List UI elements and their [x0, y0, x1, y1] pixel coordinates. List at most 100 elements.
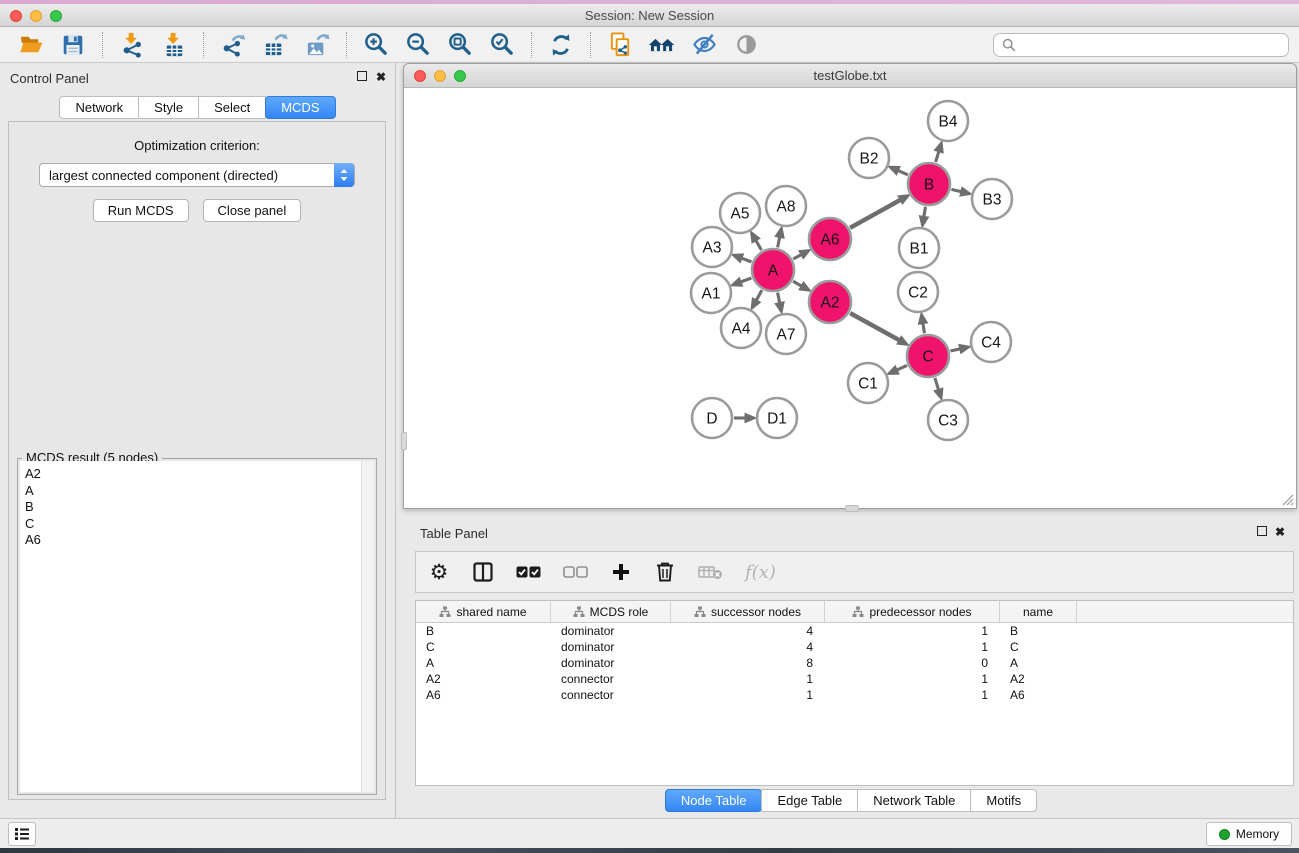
cell-name[interactable]: A2 [1000, 671, 1077, 687]
zoom-fit-icon[interactable] [443, 30, 477, 60]
search-field[interactable] [993, 33, 1289, 57]
result-item[interactable]: A [20, 483, 374, 500]
task-history-button[interactable] [8, 822, 36, 846]
refresh-layout-icon[interactable] [544, 30, 578, 60]
table-row[interactable]: A2 connector 1 1 A2 [416, 671, 1293, 687]
select-all-icon[interactable] [516, 566, 541, 578]
graph-edge-A-A8[interactable] [778, 237, 780, 247]
table-row[interactable]: A dominator 8 0 A [416, 655, 1293, 671]
tab-network-table[interactable]: Network Table [857, 789, 971, 812]
cell-predecessors[interactable]: 1 [825, 639, 1000, 655]
graph-edge-C-C1[interactable] [897, 365, 907, 369]
cell-shared-name[interactable]: B [416, 623, 551, 639]
graph-edge-A2-C[interactable] [850, 313, 899, 340]
zoom-out-icon[interactable] [401, 30, 435, 60]
close-panel-icon[interactable]: ✖ [376, 71, 386, 83]
zoom-selected-icon[interactable] [485, 30, 519, 60]
run-mcds-button[interactable]: Run MCDS [93, 199, 189, 222]
delete-rows-icon[interactable] [654, 561, 676, 583]
cell-mcds-role[interactable]: connector [551, 671, 671, 687]
result-item[interactable]: C [20, 516, 374, 533]
column-header-shared-name[interactable]: shared name [416, 601, 551, 622]
cell-name[interactable]: B [1000, 623, 1077, 639]
cell-predecessors[interactable]: 1 [825, 687, 1000, 703]
cell-mcds-role[interactable]: dominator [551, 655, 671, 671]
zoom-in-icon[interactable] [359, 30, 393, 60]
home-icon[interactable] [645, 30, 679, 60]
table-row[interactable]: A6 connector 1 1 A6 [416, 687, 1293, 703]
graph-edge-B-B3[interactable] [951, 189, 960, 191]
cell-successors[interactable]: 1 [671, 687, 825, 703]
graph-edge-A-A5[interactable] [756, 241, 761, 250]
float-panel-icon[interactable] [357, 71, 367, 83]
memory-button[interactable]: Memory [1206, 822, 1292, 846]
graph-edge-A-A3[interactable] [742, 258, 752, 262]
cell-shared-name[interactable]: A6 [416, 687, 551, 703]
tab-motifs[interactable]: Motifs [970, 789, 1037, 812]
hide-panel-icon[interactable] [687, 30, 721, 60]
show-panel-icon[interactable] [729, 30, 763, 60]
network-window-titlebar[interactable]: testGlobe.txt [404, 64, 1296, 88]
graph-edge-C-C3[interactable] [935, 378, 939, 390]
cell-shared-name[interactable]: C [416, 639, 551, 655]
add-row-icon[interactable] [610, 562, 632, 582]
import-network-icon[interactable] [115, 30, 149, 60]
export-table-icon[interactable] [258, 30, 292, 60]
cell-shared-name[interactable]: A [416, 655, 551, 671]
result-item[interactable]: A2 [20, 461, 374, 483]
search-input[interactable] [1022, 37, 1280, 52]
graph-edge-A6-B[interactable] [850, 200, 900, 228]
splitter-grip-left[interactable] [401, 432, 407, 450]
cell-successors[interactable]: 8 [671, 655, 825, 671]
graph-edge-A-A6[interactable] [793, 255, 801, 259]
graph-edge-A-A1[interactable] [741, 278, 751, 282]
table-row[interactable]: C dominator 4 1 C [416, 639, 1293, 655]
tab-network[interactable]: Network [59, 96, 139, 119]
graph-edge-B-B4[interactable] [936, 152, 939, 162]
table-close-icon[interactable]: ✖ [1275, 526, 1285, 538]
cell-mcds-role[interactable]: dominator [551, 623, 671, 639]
column-header-mcds-role[interactable]: MCDS role [551, 601, 671, 622]
splitter-grip-bottom[interactable] [845, 505, 859, 512]
table-float-icon[interactable] [1257, 526, 1267, 538]
mcds-result-list[interactable]: A2 A B C A6 [20, 461, 374, 792]
cell-mcds-role[interactable]: connector [551, 687, 671, 703]
import-table-icon[interactable] [157, 30, 191, 60]
table-row[interactable]: B dominator 4 1 B [416, 623, 1293, 639]
graph-edge-A-A7[interactable] [778, 293, 780, 303]
tab-node-table[interactable]: Node Table [665, 789, 763, 812]
cell-shared-name[interactable]: A2 [416, 671, 551, 687]
cell-name[interactable]: C [1000, 639, 1077, 655]
cell-predecessors[interactable]: 1 [825, 623, 1000, 639]
tab-select[interactable]: Select [198, 96, 266, 119]
cell-mcds-role[interactable]: dominator [551, 639, 671, 655]
cell-predecessors[interactable]: 1 [825, 671, 1000, 687]
tab-edge-table[interactable]: Edge Table [761, 789, 858, 812]
result-scrollbar[interactable] [361, 461, 374, 792]
cell-successors[interactable]: 4 [671, 639, 825, 655]
tab-mcds[interactable]: MCDS [265, 96, 335, 119]
column-header-predecessor-nodes[interactable]: predecessor nodes [825, 601, 1000, 622]
network-canvas[interactable]: B4B2BB3A8A5A6A3B1AC2A1A2A4A7C4CC1DD1C3 [405, 89, 1295, 508]
open-session-icon[interactable] [14, 30, 48, 60]
column-header-name[interactable]: name [1000, 601, 1077, 622]
save-session-icon[interactable] [56, 30, 90, 60]
result-item[interactable]: A6 [20, 532, 374, 549]
table-settings-icon[interactable]: ⚙ [428, 562, 450, 583]
graph-edge-B-B1[interactable] [924, 207, 926, 217]
graph-edge-A-A2[interactable] [793, 281, 801, 286]
tab-style[interactable]: Style [138, 96, 199, 119]
graph-edge-A-A4[interactable] [756, 290, 761, 300]
export-network-icon[interactable] [216, 30, 250, 60]
clone-network-icon[interactable] [603, 30, 637, 60]
deselect-all-icon[interactable] [563, 566, 588, 578]
resize-grip-icon[interactable] [1281, 493, 1294, 506]
export-image-icon[interactable] [300, 30, 334, 60]
cell-predecessors[interactable]: 0 [825, 655, 1000, 671]
graph-edge-C-C4[interactable] [950, 349, 959, 351]
graph-edge-C-C2[interactable] [923, 324, 925, 334]
column-header-successor-nodes[interactable]: successor nodes [671, 601, 825, 622]
cell-successors[interactable]: 1 [671, 671, 825, 687]
graph-edge-B-B2[interactable] [898, 171, 908, 175]
show-columns-icon[interactable] [472, 561, 494, 583]
